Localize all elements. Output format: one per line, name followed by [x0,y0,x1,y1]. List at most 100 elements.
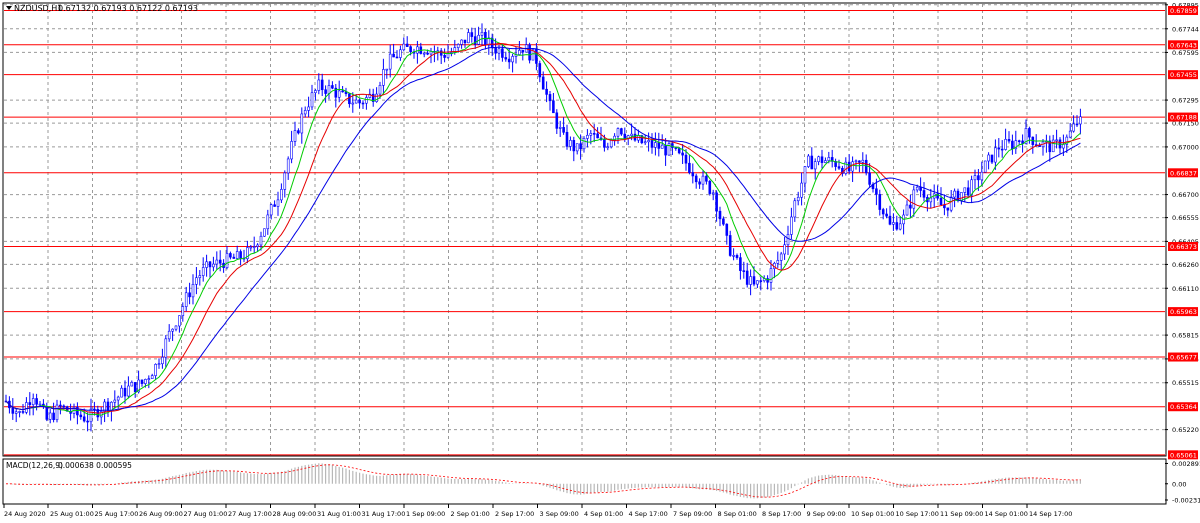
candle-body [205,261,208,268]
candle-body [273,204,276,207]
candle-body [378,85,382,95]
candle-body [106,401,110,411]
candle-body [1062,144,1065,149]
macd-y-tick-label: 0.00 [1172,480,1186,488]
candle-body [416,46,419,54]
candle-body [980,171,984,181]
candle-body [354,99,358,104]
candle-body [796,196,800,202]
macd-values: 0.000638 0.000595 [58,461,132,470]
candle-body [45,406,49,420]
candle-body [888,215,892,225]
candle-body [337,90,341,98]
candle-body [470,32,474,37]
candle-body [786,234,790,246]
candle-body [215,259,219,265]
candle-body [1017,140,1021,142]
candle-body [21,411,25,413]
level-label: 0.67643 [1170,41,1197,49]
candle-body [123,387,127,397]
candle-body [807,155,810,167]
macd-y-tick-label: 0.002891 [1172,460,1200,468]
x-tick-label: 14 Sep 17:00 [1029,510,1072,518]
candle-body [31,398,35,405]
candle-body [558,127,562,129]
candle-body [810,155,814,170]
candle-body [86,420,89,423]
candle-body [660,144,664,149]
candle-body [218,259,222,264]
candle-body [718,210,722,220]
candle-body [963,187,967,193]
candle-body [997,147,1001,150]
candle-body [813,161,817,170]
y-tick-label: 0.67595 [1172,49,1199,57]
x-tick-label: 2 Sep 17:00 [495,510,534,518]
y-tick-label: 0.66110 [1172,285,1199,293]
candle-body [603,139,606,148]
candle-body [324,89,327,94]
candle-body [501,48,504,58]
candle-body [361,102,365,105]
candle-body [892,222,895,225]
y-tick-label: 0.66700 [1172,191,1199,199]
candle-body [708,180,712,194]
candle-body [116,396,120,401]
y-tick-label: 0.67000 [1172,143,1199,151]
candle-body [365,97,368,104]
candle-body [164,338,168,358]
candle-body [341,90,344,93]
candle-body [409,46,412,53]
y-tick-label: 0.67744 [1172,25,1199,33]
candle-body [1004,139,1007,150]
candle-body [528,44,531,61]
candle-body [701,175,705,185]
macd-label: MACD(12,26,9) [6,461,63,470]
candle-body [586,134,589,139]
candle-body [283,172,287,190]
candle-body [620,128,623,135]
y-tick-label: 0.67295 [1172,97,1199,105]
candle-body [589,133,593,136]
y-tick-label: 0.65515 [1172,379,1199,387]
candle-body [722,218,725,225]
candle-body [35,398,38,405]
x-tick-label: 11 Sep 09:00 [940,510,983,518]
candle-body [582,138,586,150]
candle-body [987,154,990,162]
candle-body [623,133,627,139]
candle-body [827,157,831,161]
candle-body [382,69,385,86]
candle-body [38,403,42,406]
candle-body [756,280,759,285]
candle-body [909,204,912,209]
candle-body [395,56,399,59]
x-tick-label: 27 Aug 01:00 [184,510,228,518]
candle-body [463,39,467,44]
y-tick-label: 0.66260 [1172,261,1199,269]
x-tick-label: 25 Aug 17:00 [95,510,139,518]
y-tick-label: 0.65220 [1172,426,1199,434]
candle-body [467,32,470,44]
price-panel[interactable] [2,2,1167,457]
candle-body [518,50,521,55]
candle-body [817,156,820,162]
level-label: 0.67455 [1170,71,1197,79]
candle-body [745,270,749,285]
x-tick-label: 24 Aug 2020 [4,510,46,518]
candle-body [759,280,763,282]
candle-body [793,200,797,218]
candle-body [820,156,824,163]
candle-body [994,147,997,163]
candle-body [239,251,242,259]
candle-body [188,292,191,298]
candle-body [252,246,256,248]
candle-body [1007,139,1011,142]
candle-body [837,166,841,169]
candle-body [694,175,698,183]
candle-body [803,166,807,184]
candle-body [388,53,392,70]
candle-body [133,382,137,393]
candle-body [300,113,304,134]
candle-body [960,192,963,201]
